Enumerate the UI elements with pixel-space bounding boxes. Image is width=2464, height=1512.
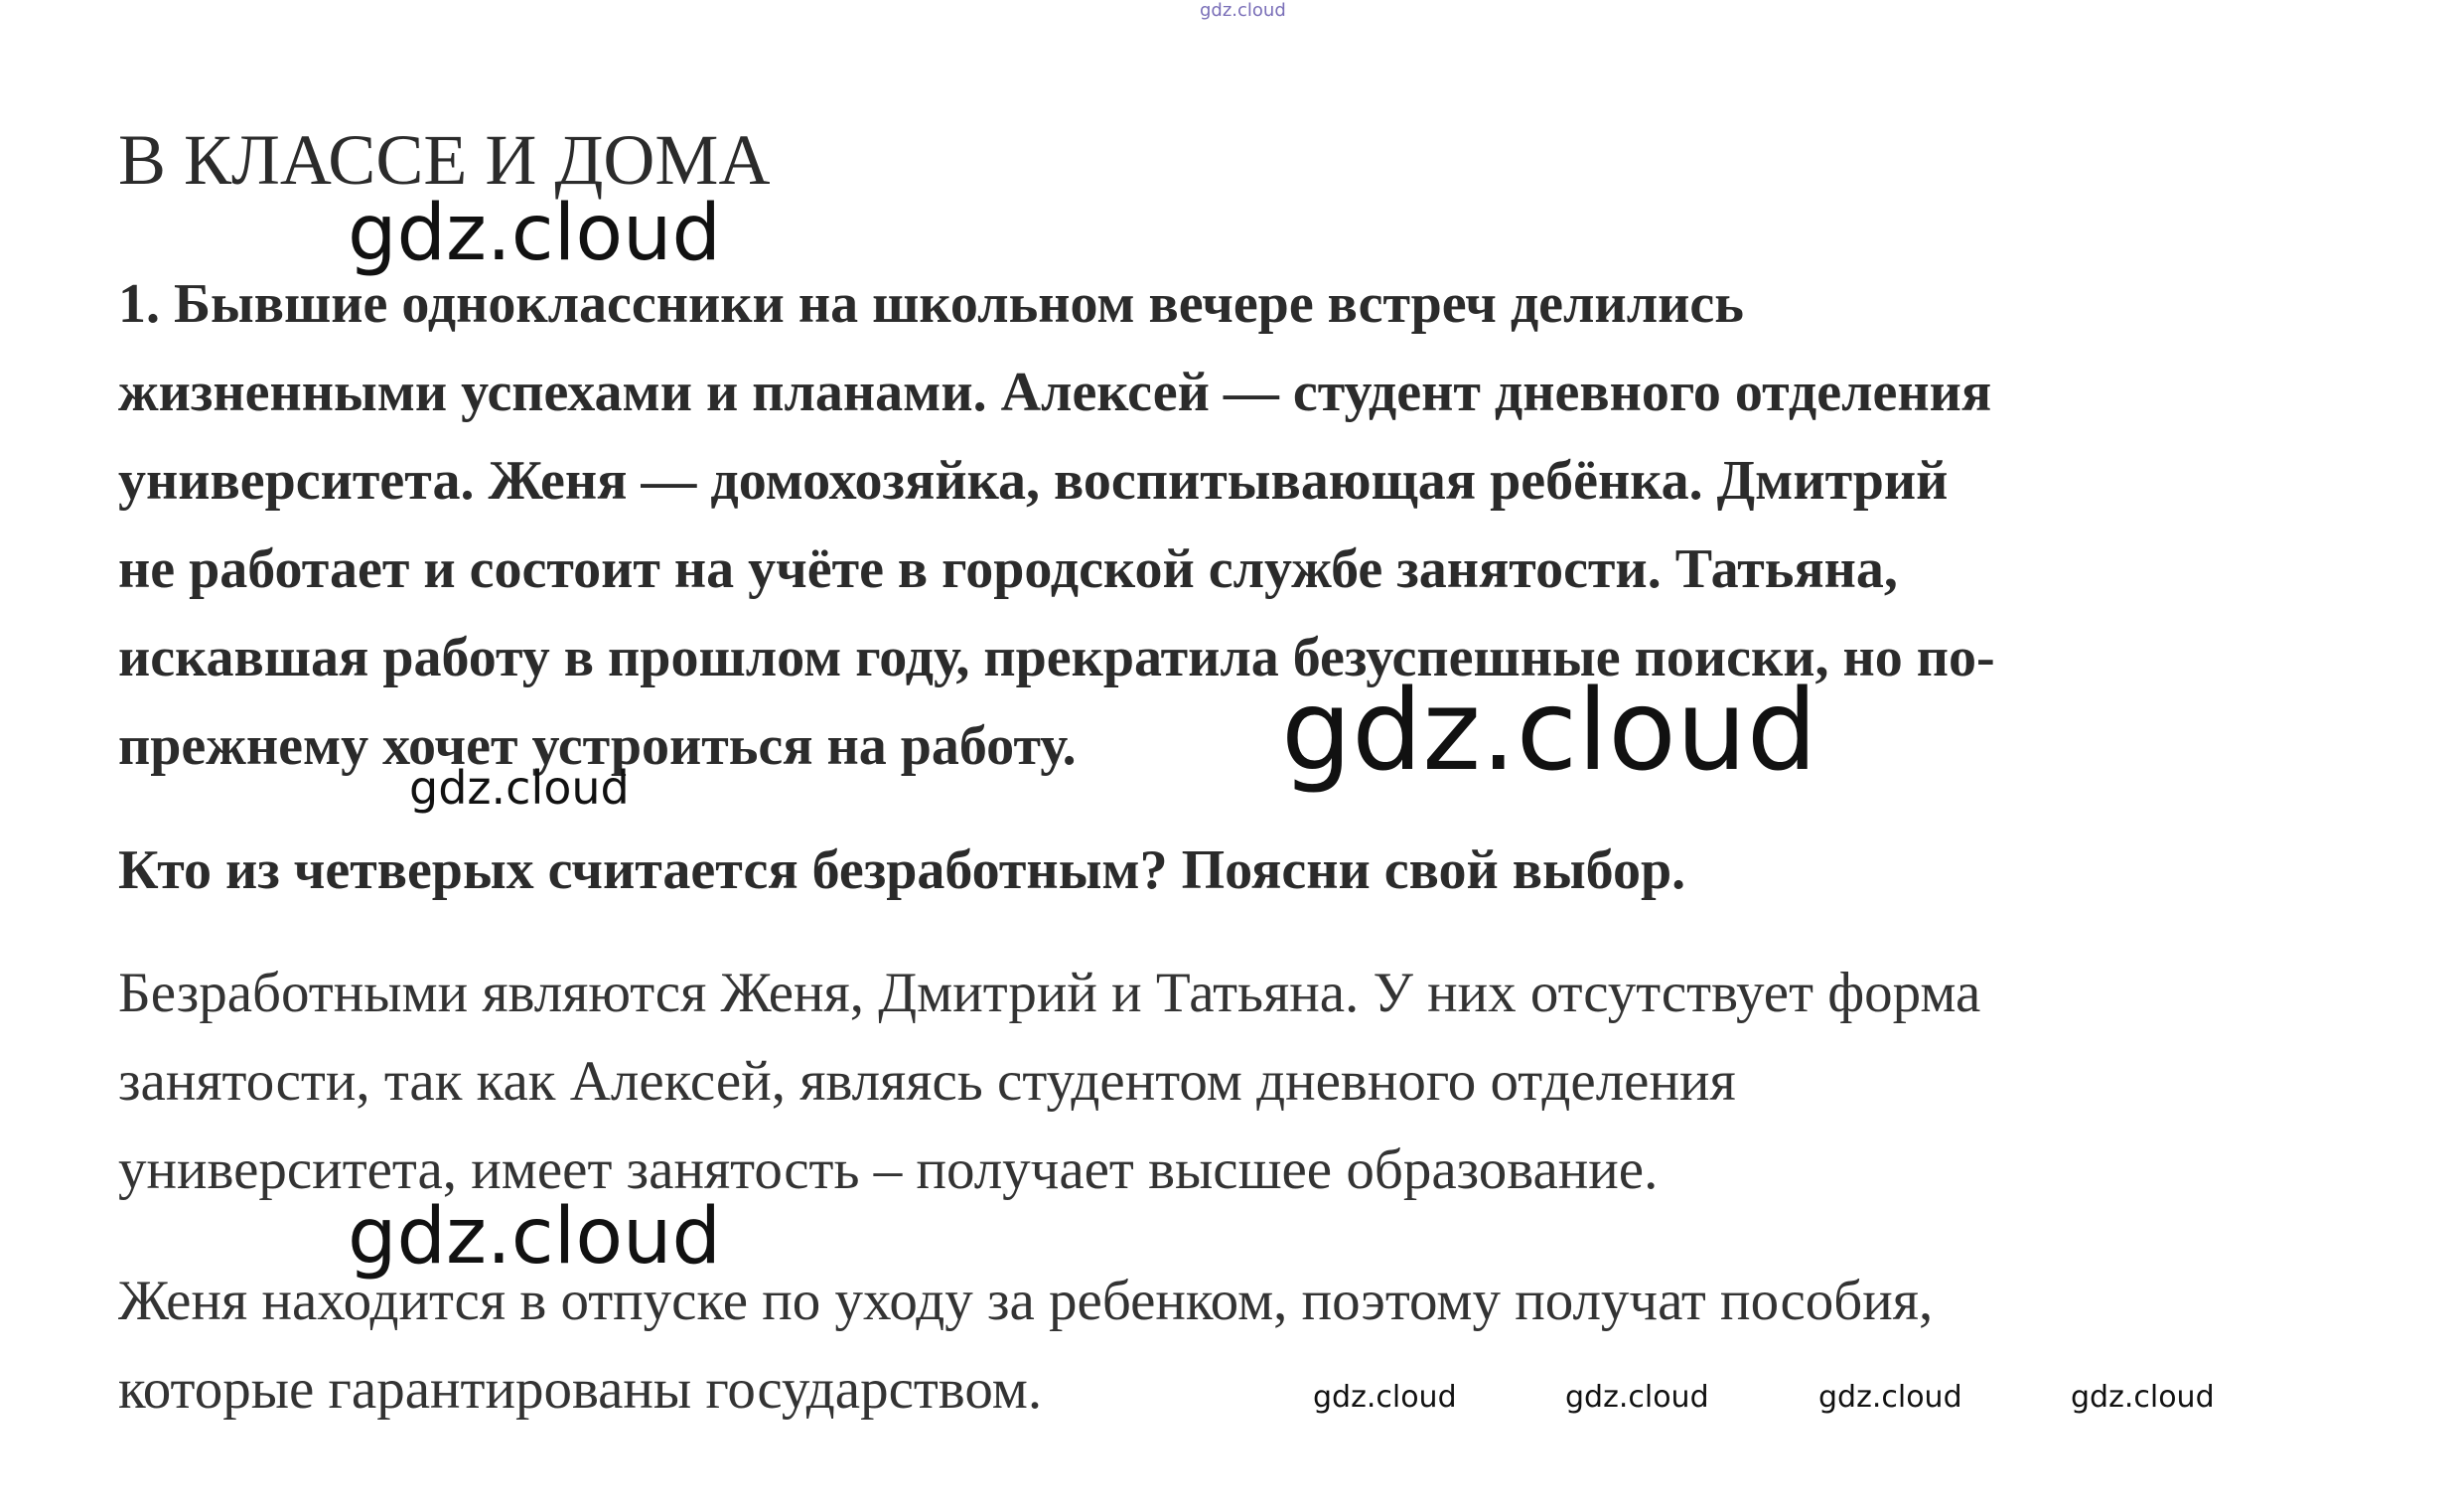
answer-paragraph-1: Безработными являются Женя, Дмитрий и Та… xyxy=(118,949,2402,1214)
watermark: gdz.cloud xyxy=(1565,1380,1709,1415)
task-question: Кто из четверых считается безработным? П… xyxy=(118,839,1686,901)
watermark: gdz.cloud xyxy=(2071,1380,2215,1415)
task-line: жизненными успехами и планами. Алексей —… xyxy=(118,362,1992,423)
answer-line: которые гарантированы государством. xyxy=(118,1358,1043,1421)
watermark: gdz.cloud xyxy=(1818,1380,1962,1415)
answer-line: Безработными являются Женя, Дмитрий и Та… xyxy=(118,962,1981,1024)
watermark: gdz.cloud xyxy=(348,1192,721,1282)
task-line: университета. Женя — домохозяйка, воспит… xyxy=(118,450,1949,512)
watermark-top: gdz.cloud xyxy=(1200,0,1286,21)
watermark: gdz.cloud xyxy=(409,761,630,815)
document-page: gdz.cloud В КЛАССЕ И ДОМА 1. Бывшие одно… xyxy=(0,0,2464,1512)
answer-paragraph-2: Женя находится в отпуске по уходу за реб… xyxy=(118,1257,2402,1434)
watermark: gdz.cloud xyxy=(1313,1380,1457,1415)
task-text: 1. Бывшие одноклассники на школьном вече… xyxy=(118,260,2402,791)
watermark: gdz.cloud xyxy=(1281,667,1817,796)
answer-line: занятости, так как Алексей, являясь студ… xyxy=(118,1050,1736,1113)
task-line: не работает и состоит на учёте в городск… xyxy=(118,538,1898,600)
watermark: gdz.cloud xyxy=(348,189,721,278)
task-line: искавшая работу в прошлом году, прекрати… xyxy=(118,627,1995,688)
